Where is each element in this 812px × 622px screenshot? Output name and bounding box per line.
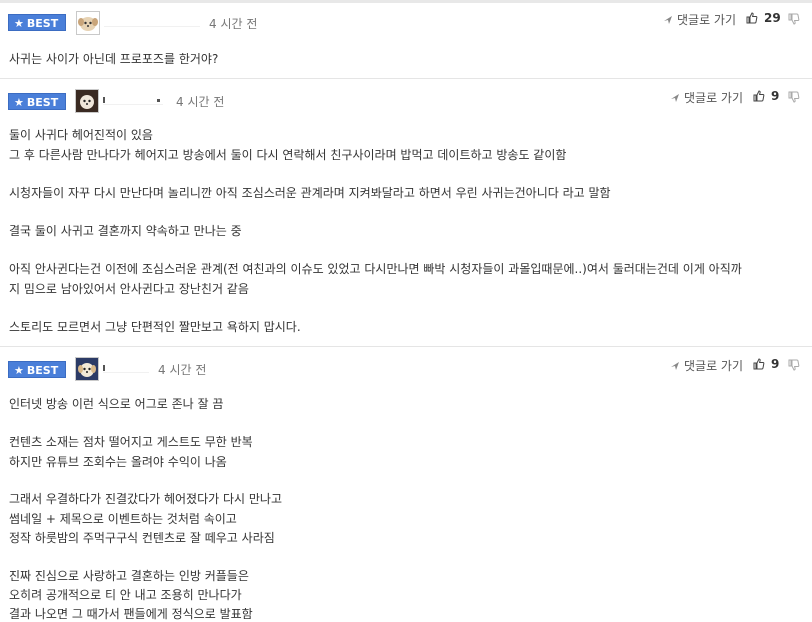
- comment-time: 4 시간 전: [209, 17, 258, 31]
- comment-item: ★ BEST 4 시간 전 댓글로 가기 9 둘이 사귀다 헤어진적이 있음 그 …: [0, 78, 812, 347]
- comment-text-line: 결과 나오면 그 때가서 팬들에게 정식으로 발표함: [9, 607, 253, 621]
- like-button[interactable]: 29: [746, 11, 781, 25]
- go-to-reply-link[interactable]: 댓글로 가기: [663, 11, 736, 28]
- comment-time: 4 시간 전: [158, 363, 207, 377]
- comment-text-line: 진짜 진심으로 사랑하고 결혼하는 인방 커플들은: [9, 569, 249, 583]
- comment-text-line: 결국 둘이 사귀고 결혼까지 약속하고 만나는 중: [9, 224, 242, 238]
- comment-text-line: 아직 안사귄다는건 이전에 조심스러운 관계(전 여친과의 이슈도 있었고 다시…: [9, 262, 742, 276]
- best-badge: ★ BEST: [8, 93, 66, 110]
- author-name-redacted[interactable]: [104, 14, 200, 27]
- avatar[interactable]: [75, 357, 99, 381]
- like-button[interactable]: 9: [753, 89, 779, 103]
- avatar[interactable]: [75, 89, 99, 113]
- best-badge: ★ BEST: [8, 361, 66, 378]
- thumbs-up-icon: [753, 90, 765, 102]
- go-to-reply-link[interactable]: 댓글로 가기: [670, 89, 743, 106]
- comment-text-line: 오히려 공개적으로 티 안 내고 조용히 만나다가: [9, 588, 242, 602]
- comment-text-line: 시청자들이 자꾸 다시 만난다며 놀리니깐 아직 조심스러운 관계라며 지켜봐달…: [9, 186, 611, 200]
- go-to-reply-link[interactable]: 댓글로 가기: [670, 357, 743, 374]
- like-button[interactable]: 9: [753, 357, 779, 371]
- author-name-fragment: [103, 97, 105, 103]
- reply-arrow-icon: [671, 361, 679, 370]
- thumbs-down-icon[interactable]: [788, 91, 800, 103]
- author-name-fragment: [103, 365, 105, 371]
- like-count: 9: [771, 89, 780, 103]
- comment-text-line: 지 밈으로 남아있어서 안사귄다고 장난친거 같음: [9, 282, 249, 296]
- best-label: BEST: [26, 17, 59, 30]
- comment-time: 4 시간 전: [176, 95, 225, 109]
- star-icon: ★: [14, 96, 24, 109]
- reply-label: 댓글로 가기: [684, 359, 744, 373]
- reply-label: 댓글로 가기: [684, 91, 744, 105]
- reply-label: 댓글로 가기: [677, 13, 737, 27]
- author-name-fragment: [157, 99, 160, 102]
- reply-arrow-icon: [664, 15, 672, 24]
- comment-text-line: 썸네일 + 제목으로 이벤트하는 것처럼 속이고: [9, 512, 237, 526]
- comment-text-line: 컨텐츠 소재는 점차 떨어지고 게스트도 무한 반복: [9, 435, 253, 449]
- comment-item: ★ BEST 4 시간 전 댓글로 가기 29 사귀는 사이가 아닌데 프로포즈를…: [0, 0, 812, 79]
- author-name-redacted[interactable]: [103, 360, 149, 373]
- comment-text-line: 스토리도 모르면서 그냥 단편적인 짤만보고 욕하지 맙시다.: [9, 320, 301, 334]
- comment-text-line: 인터넷 방송 이런 식으로 어그로 존나 잘 끔: [9, 397, 224, 411]
- comment-text-line: 정작 하룻밤의 주먹구구식 컨텐츠로 잘 떼우고 사라짐: [9, 531, 275, 545]
- comment-text-line: 그 후 다른사람 만나다가 헤어지고 방송에서 둘이 다시 연락해서 친구사이라…: [9, 148, 567, 162]
- author-name-redacted[interactable]: [103, 92, 163, 105]
- thumbs-up-icon: [746, 12, 758, 24]
- like-count: 9: [771, 357, 780, 371]
- star-icon: ★: [14, 364, 24, 377]
- best-label: BEST: [26, 96, 59, 109]
- avatar[interactable]: [76, 11, 100, 35]
- like-count: 29: [764, 11, 781, 25]
- thumbs-up-icon: [753, 358, 765, 370]
- comment-text-line: 그래서 우결하다가 진결갔다가 헤어졌다가 다시 만나고: [9, 492, 282, 506]
- best-badge: ★ BEST: [8, 14, 66, 31]
- reply-arrow-icon: [671, 93, 679, 102]
- star-icon: ★: [14, 17, 24, 30]
- comment-text-line: 사귀는 사이가 아닌데 프로포즈를 한거야?: [9, 52, 219, 66]
- comment-text-line: 하지만 유튜브 조회수는 올려야 수익이 나옴: [9, 455, 227, 469]
- thumbs-down-icon[interactable]: [788, 359, 800, 371]
- comment-text-line: 둘이 사귀다 헤어진적이 있음: [9, 128, 153, 142]
- thumbs-down-icon[interactable]: [788, 13, 800, 25]
- best-label: BEST: [26, 364, 59, 377]
- comment-item: ★ BEST 4 시간 전 댓글로 가기 9 인터넷 방송 이런 식으로 어그로 …: [0, 346, 812, 621]
